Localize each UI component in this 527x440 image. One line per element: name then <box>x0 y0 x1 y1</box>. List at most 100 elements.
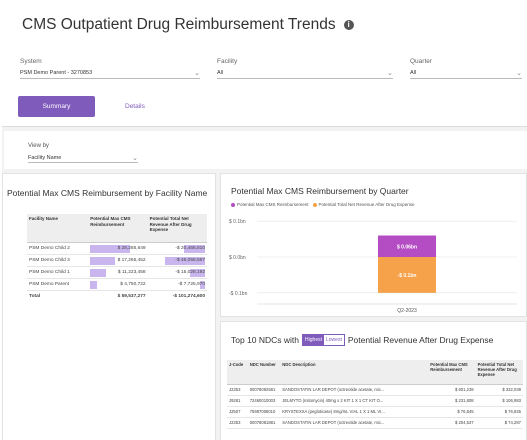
page: CMS Outpatient Drug Reimbursement Trends… <box>0 0 527 440</box>
max-reimbursement-value: $ 17,265,452 <box>117 257 146 263</box>
facility-table-body: PSM Demo Child 2 $ 28,285,649 -$ 20,466,81… <box>27 242 207 302</box>
header: CMS Outpatient Drug Reimbursement Trends… <box>22 16 354 34</box>
chevron-down-icon: ⌄ <box>132 154 138 162</box>
net-revenue-cell: -$ 15,028,192 <box>147 266 207 279</box>
table-row[interactable]: PSM Demo Child 1 $ 11,223,458 -$ 15,028,19… <box>27 266 207 279</box>
toggle-highest[interactable]: Highest <box>303 335 324 345</box>
net-revenue-cell: $ 76,845 <box>475 406 523 418</box>
table-row[interactable]: J2353 00078082581 SANDOSTATIN LAR DEPOT (o… <box>227 384 523 396</box>
max-reimbursement-cell: $ 4,750,722 <box>88 278 148 291</box>
facility-select[interactable]: All ⌄ <box>217 68 393 79</box>
chevron-down-icon: ⌄ <box>194 70 200 77</box>
facility-panel: Potential Max CMS Reimbursement by Facil… <box>2 173 216 440</box>
tab-bar: Summary Details <box>18 96 145 117</box>
ndc-table: J-Code NDC Number NDC Description Potent… <box>227 360 523 429</box>
net-revenue-cell: $ 332,039 <box>475 384 523 396</box>
quarter-filter-label: Quarter <box>410 58 433 65</box>
column-header[interactable]: Potential Total Net Revenue After Drug E… <box>475 360 523 385</box>
max-reimbursement-bar <box>90 280 97 289</box>
table-row[interactable]: J2353 00078081881 SANDOSTATIN LAR DEPOT (o… <box>227 417 523 429</box>
column-header[interactable]: J-Code <box>227 360 248 385</box>
max-reimbursement-cell: $ 601,239 <box>428 384 476 396</box>
viewby-select[interactable]: Facility Name ⌄ <box>28 153 138 163</box>
table-row[interactable]: J9281 72460010003 JELMYTO (mitomycin) 40mg… <box>227 395 523 407</box>
ndc-description-cell: SANDOSTATIN LAR DEPOT (octreotide acetat… <box>280 384 429 396</box>
ndc-table-body: J2353 00078082581 SANDOSTATIN LAR DEPOT (o… <box>227 384 523 429</box>
viewby-card: View by Facility Name ⌄ <box>4 131 527 169</box>
ndc-number-cell: 75987008010 <box>247 406 281 418</box>
quarter-panel: Potential Max CMS Reimbursement by Quart… <box>220 173 527 317</box>
ndc-table-header: J-Code NDC Number NDC Description Potent… <box>227 360 523 385</box>
max-reimbursement-cell: $ 17,265,452 <box>88 254 148 267</box>
max-reimbursement-cell: $ 204,537 <box>428 417 476 429</box>
total-net-value: -$ 101,274,600 <box>172 293 205 299</box>
legend-swatch-max <box>231 202 235 207</box>
highest-lowest-toggle[interactable]: Highest Lowest <box>302 334 345 346</box>
quarter-select[interactable]: All ⌄ <box>410 68 522 79</box>
table-row[interactable]: J2507 75987008010 KRYSTEXXA (pegloticase) … <box>227 406 523 418</box>
bar-label-max: $ 0.06bn <box>397 244 417 250</box>
net-revenue-cell: -$ 20,466,810 <box>147 242 207 255</box>
bar-label-net: -$ 0.1bn <box>398 273 417 279</box>
quarter-filter[interactable]: Quarter All ⌄ <box>410 58 522 79</box>
content-area: View by Facility Name ⌄ Potential Max CM… <box>2 126 527 440</box>
ndc-number-cell: 72460010003 <box>247 395 281 407</box>
total-row: Total $ 59,537,277 -$ 101,274,600 <box>27 290 207 302</box>
legend-label-net: Potential Total Net Revenue After Drug E… <box>318 202 415 207</box>
jcode-cell: J9281 <box>227 395 248 407</box>
column-header[interactable]: Potential Total Net Revenue After Drug E… <box>147 214 207 243</box>
jcode-cell: J2353 <box>227 384 248 396</box>
net-revenue-value: -$ 15,028,192 <box>175 269 205 275</box>
table-row[interactable]: PSM Demo Child 2 $ 28,285,649 -$ 20,466,81… <box>27 242 207 255</box>
table-row[interactable]: PSM Demo Parent $ 4,750,722 -$ 7,725,970 <box>27 278 207 291</box>
column-header[interactable]: NDC Number <box>247 360 281 385</box>
facility-filter-label: Facility <box>217 58 238 65</box>
ndc-description-cell: SANDOSTATIN LAR DEPOT (octreotide acetat… <box>280 417 429 429</box>
facility-name-cell: PSM Demo Child 3 <box>27 254 89 267</box>
tab-details[interactable]: Details <box>125 103 145 110</box>
max-reimbursement-cell: $ 76,845 <box>428 406 476 418</box>
net-revenue-cell: $ 74,287 <box>475 417 523 429</box>
max-reimbursement-value: $ 4,750,722 <box>120 281 146 287</box>
column-header[interactable]: Potential Max CMS Reimbursement <box>428 360 476 385</box>
page-title: CMS Outpatient Drug Reimbursement Trends <box>22 16 336 33</box>
facility-name-cell: PSM Demo Child 2 <box>27 242 89 255</box>
net-revenue-cell: -$ 7,725,970 <box>147 278 207 291</box>
system-select[interactable]: PSM Demo Parent - 3270853 ⌄ <box>20 68 200 79</box>
facility-select-value: All <box>217 70 224 76</box>
toggle-lowest[interactable]: Lowest <box>323 335 344 345</box>
quarter-chart: $ 0.1bn $ 0.0bn -$ 0.1bn $ 0.06bn -$ 0.1bn Q2… <box>229 219 517 314</box>
x-tick-label: Q2-2023 <box>397 308 417 314</box>
column-header[interactable]: Facility Name <box>27 214 89 243</box>
chart-legend: Potential Max CMS Reimbursement Potentia… <box>231 202 415 207</box>
jcode-cell: J2507 <box>227 406 248 418</box>
ndc-panel-title: Top 10 NDCs with Highest Lowest Potentia… <box>231 334 493 346</box>
legend-swatch-net <box>312 202 317 207</box>
quarter-select-value: All <box>410 70 417 76</box>
column-header[interactable]: Potential Max CMS Reimbursement <box>88 214 148 243</box>
facility-filter[interactable]: Facility All ⌄ <box>217 58 393 79</box>
ndc-title-prefix: Top 10 NDCs with <box>231 335 300 345</box>
max-reimbursement-value: $ 28,285,649 <box>117 245 146 251</box>
facility-table-header: Facility Name Potential Max CMS Reimburs… <box>27 214 207 243</box>
quarter-panel-title: Potential Max CMS Reimbursement by Quart… <box>231 186 409 196</box>
system-filter-label: System <box>20 58 42 65</box>
table-row[interactable]: PSM Demo Child 3 $ 17,265,452 -$ 46,058,56… <box>27 254 207 267</box>
jcode-cell: J2353 <box>227 417 248 429</box>
max-reimbursement-bar <box>90 268 107 277</box>
system-select-value: PSM Demo Parent - 3270853 <box>20 70 93 76</box>
net-revenue-value: -$ 20,466,810 <box>175 245 205 251</box>
tab-summary[interactable]: Summary <box>18 96 95 117</box>
net-revenue-cell: -$ 46,058,567 <box>147 254 207 267</box>
column-header[interactable]: NDC Description <box>280 360 429 385</box>
y-tick-label: -$ 0.1bn <box>229 291 248 297</box>
max-reimbursement-cell: $ 231,808 <box>428 395 476 407</box>
total-label: Total <box>29 293 41 299</box>
viewby-label: View by <box>28 143 49 149</box>
facility-panel-title: Potential Max CMS Reimbursement by Facil… <box>7 188 208 198</box>
info-icon[interactable]: i <box>343 20 354 30</box>
net-revenue-cell: $ 106,983 <box>475 395 523 407</box>
system-filter[interactable]: System PSM Demo Parent - 3270853 ⌄ <box>20 58 200 79</box>
viewby-select-value: Facility Name <box>28 154 62 161</box>
y-tick-label: $ 0.1bn <box>229 219 246 225</box>
